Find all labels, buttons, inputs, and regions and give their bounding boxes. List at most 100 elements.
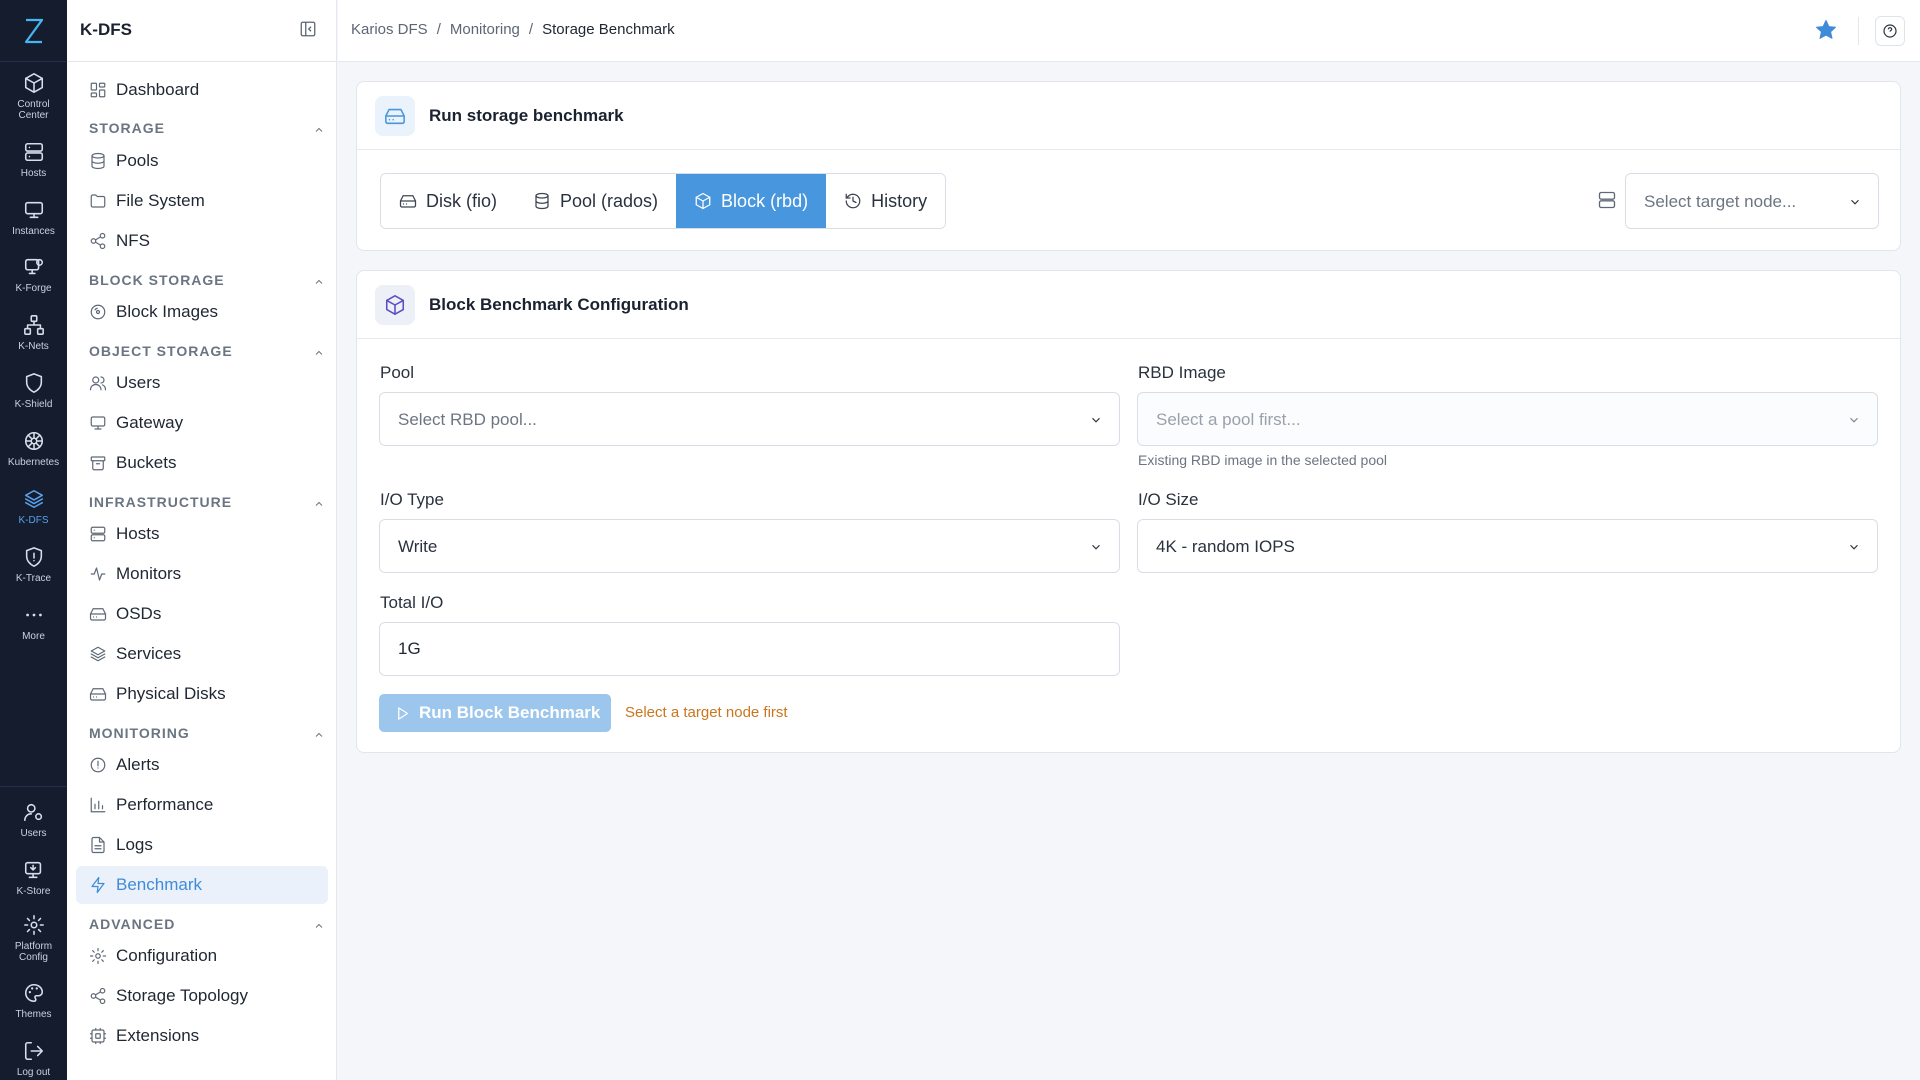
rail-label: K-Forge [15,283,52,294]
rail-item-k-dfs[interactable]: K-DFS [0,488,67,526]
rail-item-control-center[interactable]: Control Center [0,72,67,121]
section-storage[interactable]: STORAGE [89,120,325,140]
rail-item-k-store[interactable]: K-Store [0,859,67,897]
collapse-sidebar-button[interactable] [299,20,319,40]
rail-item-kubernetes[interactable]: Kubernetes [0,430,67,468]
rail-item-k-nets[interactable]: K-Nets [0,314,67,352]
sidebar-item-file-system[interactable]: File System [76,182,328,220]
io-type-label: I/O Type [380,490,444,509]
sidebar-item-logs[interactable]: Logs [76,826,328,864]
rail-item-k-trace[interactable]: K-Trace [0,546,67,584]
rail-label: Kubernetes [7,457,60,468]
favorite-button[interactable] [1814,18,1838,42]
monitor-icon [90,416,106,430]
logo-icon [24,18,43,43]
chevron-up-icon [315,127,323,132]
sidebar-item-label: Monitors [116,564,182,583]
sidebar-item-storage-topology[interactable]: Storage Topology [76,977,328,1015]
breadcrumb-current: Storage Benchmark [542,21,675,38]
sidebar-item-services[interactable]: Services [76,635,328,673]
tab-block-rbd[interactable]: Block (rbd) [676,174,827,228]
rail-item-k-shield[interactable]: K-Shield [0,372,67,410]
total-io-label: Total I/O [380,593,444,612]
gear-icon [89,947,107,965]
rail-item-instances[interactable]: Instances [0,199,67,237]
rbd-image-select[interactable]: Select a pool first... [1137,392,1878,446]
top-bar: Karios DFS / Monitoring / Storage Benchm… [338,0,1920,62]
server-icon [1597,190,1617,210]
rail-item-log-out[interactable]: Log out [0,1040,67,1078]
sidebar-item-pools[interactable]: Pools [76,142,328,180]
sidebar-item-users[interactable]: Users [76,364,328,402]
rail-label: Control Center [17,99,50,121]
tab-pool-rados[interactable]: Pool (rados) [515,174,677,228]
sidebar-item-osds[interactable]: OSDs [76,595,328,633]
history-icon [845,193,861,209]
puzzle-icon [89,1027,107,1045]
app-logo[interactable] [0,0,67,62]
file-text-icon [91,836,105,854]
sidebar-item-benchmark[interactable]: Benchmark [76,866,328,904]
tab-history[interactable]: History [826,174,946,228]
section-block-storage[interactable]: BLOCK STORAGE [89,272,325,292]
sidebar-item-performance[interactable]: Performance [76,786,328,824]
breadcrumb-link[interactable]: Karios DFS [351,21,428,38]
tab-label: Pool (rados) [560,190,659,211]
rail-label: More [22,631,45,642]
rail-item-users[interactable]: Users [0,801,67,839]
io-size-label: I/O Size [1138,490,1199,509]
sidebar-item-buckets[interactable]: Buckets [76,444,328,482]
sidebar-item-physical-disks[interactable]: Physical Disks [76,675,328,713]
rail-item-platform-config[interactable]: Platform Config [0,914,67,963]
section-object-storage[interactable]: OBJECT STORAGE [89,343,325,363]
cube-icon [385,295,405,315]
sidebar-item-nfs[interactable]: NFS [76,222,328,260]
monitor-icon [24,201,43,219]
select-value: 4K - random IOPS [1156,537,1295,556]
sidebar-item-extensions[interactable]: Extensions [76,1017,328,1055]
io-size-select[interactable]: 4K - random IOPS [1137,519,1878,573]
chevron-down-icon [1092,544,1100,550]
rail-label: Themes [15,1009,52,1020]
sidebar-item-block-images[interactable]: Block Images [76,293,328,331]
total-io-input[interactable] [379,622,1120,676]
section-title: STORAGE [89,120,165,136]
cube-icon [24,73,43,93]
sidebar-item-gateway[interactable]: Gateway [76,404,328,442]
section-title: BLOCK STORAGE [89,272,225,288]
sidebar-item-label: Performance [116,795,214,814]
app-rail: Control Center Hosts Instances K-Forge K… [0,0,67,1080]
dashboard-icon [90,82,106,98]
section-monitoring[interactable]: MONITORING [89,725,325,745]
sidebar-item-alerts[interactable]: Alerts [76,746,328,784]
section-advanced[interactable]: ADVANCED [89,916,325,936]
sidebar-item-dashboard[interactable]: Dashboard [76,71,328,109]
target-node-warning: Select a target node first [625,704,788,721]
target-node-select[interactable]: Select target node... [1625,173,1879,229]
users-icon [23,803,42,822]
network-icon [23,315,44,335]
io-type-select[interactable]: Write [379,519,1120,573]
tab-disk-fio[interactable]: Disk (fio) [381,174,515,228]
sidebar-item-configuration[interactable]: Configuration [76,937,328,975]
rail-item-more[interactable]: More [0,604,67,642]
help-button[interactable] [1875,16,1905,46]
users-icon [89,376,107,391]
chevron-down-icon [1851,199,1859,205]
section-infrastructure[interactable]: INFRASTRUCTURE [89,494,325,514]
sidebar-item-hosts[interactable]: Hosts [76,515,328,553]
store-icon [24,861,41,879]
server-icon [24,142,43,162]
tab-label: Disk (fio) [426,190,497,211]
sidebar-item-label: Configuration [116,946,218,965]
sidebar-item-monitors[interactable]: Monitors [76,555,328,593]
rail-item-hosts[interactable]: Hosts [0,141,67,179]
run-block-benchmark-button[interactable]: Run Block Benchmark [379,694,611,732]
pool-select[interactable]: Select RBD pool... [379,392,1120,446]
rail-label: Users [20,828,47,839]
trace-shield-icon [25,547,42,567]
rail-item-k-forge[interactable]: K-Forge [0,256,67,294]
breadcrumb-link[interactable]: Monitoring [450,21,520,38]
chevron-up-icon [315,732,323,737]
rail-item-themes[interactable]: Themes [0,982,67,1020]
